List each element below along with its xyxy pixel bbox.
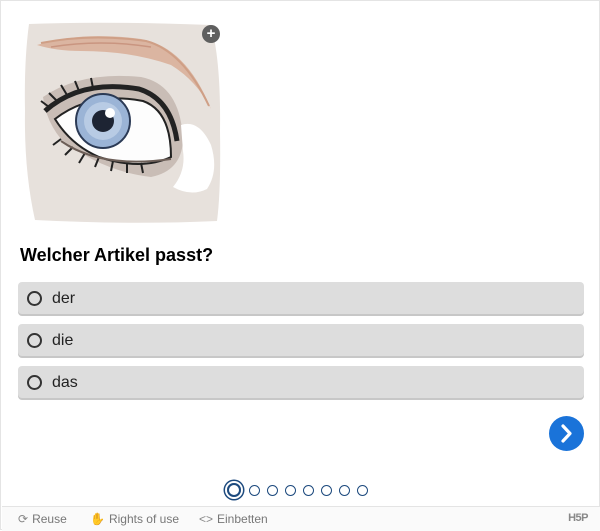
code-icon: <> <box>199 512 214 526</box>
radio-icon[interactable] <box>27 291 42 306</box>
progress-dot[interactable] <box>303 484 314 496</box>
rights-label: Rights of use <box>108 512 179 526</box>
zoom-image-button[interactable]: + <box>202 25 220 43</box>
handshake-icon: ✋ <box>90 512 105 526</box>
progress-dot[interactable] <box>321 484 332 496</box>
progress-dot[interactable] <box>285 484 296 496</box>
rights-of-use-button[interactable]: ✋ Rights of use <box>90 512 179 526</box>
embed-button[interactable]: <> Einbetten <box>199 512 268 526</box>
progress-dots <box>225 481 375 499</box>
answer-option-das[interactable]: das <box>18 366 584 398</box>
progress-dot[interactable] <box>267 484 278 496</box>
progress-dot[interactable] <box>339 484 350 496</box>
quiz-container: + Welcher Artikel passt? der die das ⟳ R… <box>0 0 600 531</box>
progress-dot[interactable] <box>249 484 260 496</box>
radio-icon[interactable] <box>27 333 42 348</box>
next-question-button[interactable] <box>549 416 584 451</box>
reuse-icon: ⟳ <box>18 512 29 526</box>
question-text: Welcher Artikel passt? <box>20 245 214 265</box>
progress-dot-current[interactable] <box>227 483 241 497</box>
answer-label: das <box>52 374 78 391</box>
answer-option-der[interactable]: der <box>18 282 584 314</box>
answer-label: die <box>52 332 74 349</box>
answer-option-die[interactable]: die <box>18 324 584 356</box>
eye-illustration-icon <box>24 22 221 223</box>
embed-label: Einbetten <box>217 512 268 526</box>
answer-list: der die das <box>18 282 584 408</box>
progress-dot[interactable] <box>357 484 368 496</box>
reuse-button[interactable]: ⟳ Reuse <box>18 512 67 526</box>
question-image[interactable] <box>21 21 223 224</box>
h5p-logo[interactable]: H5P <box>568 512 588 524</box>
radio-icon[interactable] <box>27 375 42 390</box>
answer-label: der <box>52 290 76 307</box>
footer-bar: ⟳ Reuse ✋ Rights of use <> Einbetten H5P <box>2 506 600 531</box>
reuse-label: Reuse <box>32 512 67 526</box>
chevron-right-icon <box>561 424 572 443</box>
